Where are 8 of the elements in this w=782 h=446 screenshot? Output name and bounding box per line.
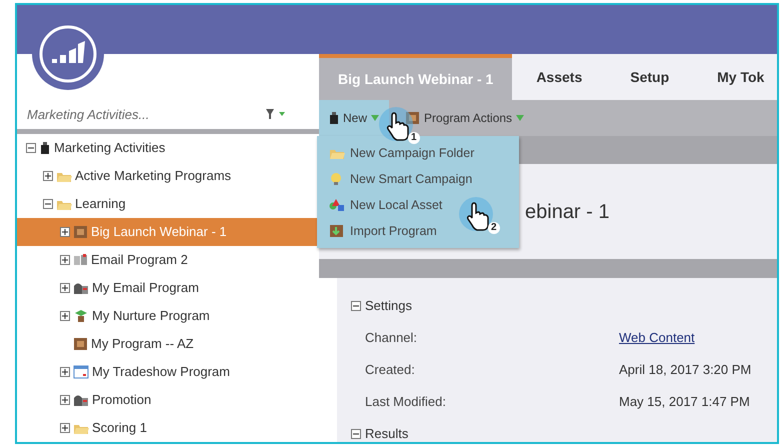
field-label: Channel: (364, 329, 418, 348)
field-value: May 15, 2017 1:47 PM (619, 393, 750, 412)
field-value: April 18, 2017 3:20 PM (619, 361, 752, 380)
field-label: Last Modified: (364, 393, 447, 412)
section-title: Results (365, 425, 408, 442)
page-heading: ebinar - 1 (525, 200, 610, 224)
field-label: Created: (364, 361, 416, 380)
section-title: Settings (365, 297, 412, 316)
